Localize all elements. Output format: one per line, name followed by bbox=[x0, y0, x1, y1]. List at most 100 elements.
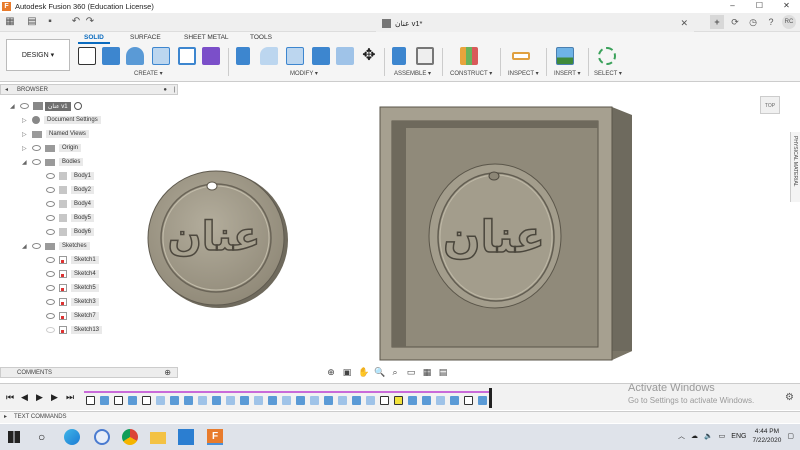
timeline-track[interactable] bbox=[84, 391, 492, 407]
timeline-sketch-icon[interactable] bbox=[114, 396, 123, 405]
timeline-sketch-icon[interactable] bbox=[380, 396, 389, 405]
timeline-settings-gear-icon[interactable]: ⚙ bbox=[785, 392, 794, 403]
timeline-end-icon[interactable]: ⏭ bbox=[66, 393, 75, 402]
select-icon[interactable] bbox=[598, 47, 616, 65]
search-icon[interactable]: ○ bbox=[38, 429, 54, 445]
battery-icon[interactable]: ▭ bbox=[719, 432, 726, 440]
group-construct[interactable]: CONSTRUCT ▾ bbox=[450, 70, 492, 77]
browser-panel-header[interactable]: ◂ BROWSER ● | bbox=[0, 84, 178, 95]
volume-icon[interactable]: 🔈 bbox=[704, 432, 713, 440]
timeline-extrude-icon[interactable] bbox=[422, 396, 431, 405]
tab-solid[interactable]: SOLID bbox=[84, 34, 104, 41]
grid-settings-icon[interactable]: ▦ bbox=[422, 367, 432, 377]
timeline-next-icon[interactable]: ▶ bbox=[51, 393, 60, 402]
shell-icon[interactable] bbox=[286, 47, 304, 65]
timeline-feature-icon[interactable] bbox=[436, 396, 445, 405]
timeline-extrude-icon[interactable] bbox=[240, 396, 249, 405]
group-select[interactable]: SELECT ▾ bbox=[594, 70, 622, 77]
file-explorer-icon[interactable] bbox=[150, 432, 166, 444]
document-tab[interactable]: عنان v1* ✕ bbox=[376, 14, 694, 32]
expand-icon[interactable]: ▸ bbox=[4, 412, 7, 423]
tab-surface[interactable]: SURFACE bbox=[130, 34, 161, 41]
timeline-extrude-icon[interactable] bbox=[296, 396, 305, 405]
edge-browser-icon[interactable] bbox=[64, 429, 80, 445]
revolve-icon[interactable] bbox=[126, 47, 144, 65]
group-inspect[interactable]: INSPECT ▾ bbox=[508, 70, 539, 77]
panel-pin-icon[interactable]: ● bbox=[163, 85, 167, 95]
group-insert[interactable]: INSERT ▾ bbox=[554, 70, 580, 77]
group-assemble[interactable]: ASSEMBLE ▾ bbox=[394, 70, 431, 77]
timeline-feature-icon[interactable] bbox=[310, 396, 319, 405]
fillet-icon[interactable] bbox=[260, 47, 278, 65]
hole-icon[interactable] bbox=[152, 47, 170, 65]
chrome-browser-icon[interactable] bbox=[122, 429, 138, 445]
split-body-icon[interactable] bbox=[336, 47, 354, 65]
undo-icon[interactable]: ↶ bbox=[70, 16, 82, 28]
viewports-icon[interactable]: ▤ bbox=[438, 367, 448, 377]
network-icon[interactable]: ☁ bbox=[691, 432, 698, 440]
pattern-icon[interactable] bbox=[178, 47, 196, 65]
help-icon[interactable]: ? bbox=[764, 15, 778, 29]
insert-image-icon[interactable] bbox=[556, 47, 574, 65]
joint-icon[interactable] bbox=[416, 47, 434, 65]
visual-studio-code-icon[interactable] bbox=[178, 429, 194, 445]
redo-icon[interactable]: ↷ bbox=[84, 16, 96, 28]
timeline-selected-sketch-icon[interactable] bbox=[394, 396, 403, 405]
timeline-feature-icon[interactable] bbox=[156, 396, 165, 405]
paint-app-icon[interactable] bbox=[94, 429, 110, 445]
input-language[interactable]: ENG bbox=[731, 433, 746, 440]
move-icon[interactable]: ✥ bbox=[360, 47, 378, 65]
timeline-marker[interactable] bbox=[489, 388, 492, 408]
timeline-extrude-icon[interactable] bbox=[212, 396, 221, 405]
timeline-feature-icon[interactable] bbox=[226, 396, 235, 405]
fit-icon[interactable]: ⌕ bbox=[390, 367, 400, 377]
timeline-extrude-icon[interactable] bbox=[324, 396, 333, 405]
timeline-feature-icon[interactable] bbox=[198, 396, 207, 405]
timeline-feature-icon[interactable] bbox=[254, 396, 263, 405]
measure-icon[interactable] bbox=[512, 52, 530, 60]
timeline-extrude-icon[interactable] bbox=[100, 396, 109, 405]
group-create[interactable]: CREATE ▾ bbox=[134, 70, 163, 77]
timeline-sketch-icon[interactable] bbox=[464, 396, 473, 405]
extrude-icon[interactable] bbox=[102, 47, 120, 65]
action-center-icon[interactable]: ▢ bbox=[787, 432, 794, 440]
comments-panel-header[interactable]: COMMENTS ⊕ bbox=[0, 367, 178, 378]
close-window-button[interactable]: ✕ bbox=[773, 0, 800, 12]
timeline-feature-icon[interactable] bbox=[282, 396, 291, 405]
create-form-icon[interactable] bbox=[202, 47, 220, 65]
windows-start-icon[interactable] bbox=[8, 431, 20, 443]
minimize-button[interactable]: – bbox=[719, 0, 746, 12]
timeline-feature-icon[interactable] bbox=[366, 396, 375, 405]
timeline-sketch-icon[interactable] bbox=[142, 396, 151, 405]
timeline-extrude-icon[interactable] bbox=[450, 396, 459, 405]
file-menu-icon[interactable]: ▤ bbox=[26, 16, 38, 28]
text-commands-bar[interactable]: ▸ TEXT COMMANDS bbox=[0, 411, 800, 423]
display-settings-icon[interactable]: ▭ bbox=[406, 367, 416, 377]
maximize-button[interactable]: ☐ bbox=[746, 0, 773, 12]
model-viewport[interactable]: عنان عنان bbox=[0, 95, 800, 385]
timeline-feature-icon[interactable] bbox=[338, 396, 347, 405]
timeline-prev-icon[interactable]: ◀ bbox=[21, 393, 30, 402]
look-at-icon[interactable]: ▣ bbox=[342, 367, 352, 377]
extensions-icon[interactable]: ⟳ bbox=[728, 15, 742, 29]
avatar[interactable]: RC bbox=[782, 15, 796, 29]
new-tab-button[interactable]: + bbox=[710, 15, 724, 29]
combine-icon[interactable] bbox=[312, 47, 330, 65]
timeline-extrude-icon[interactable] bbox=[128, 396, 137, 405]
close-tab-icon[interactable]: ✕ bbox=[680, 18, 688, 29]
collapse-panel-icon[interactable]: ◂ bbox=[5, 85, 8, 95]
viewcube[interactable]: TOP bbox=[760, 96, 780, 114]
timeline-play-icon[interactable]: ▶ bbox=[36, 393, 45, 402]
notifications-icon[interactable]: ◷ bbox=[746, 15, 760, 29]
panel-divider-icon[interactable]: | bbox=[173, 85, 175, 95]
group-modify[interactable]: MODIFY ▾ bbox=[290, 70, 318, 77]
pan-icon[interactable]: ✋ bbox=[358, 367, 369, 377]
create-sketch-icon[interactable] bbox=[78, 47, 96, 65]
timeline-extrude-icon[interactable] bbox=[184, 396, 193, 405]
timeline-extrude-icon[interactable] bbox=[408, 396, 417, 405]
workspace-switcher[interactable]: DESIGN ▾ bbox=[6, 39, 70, 71]
timeline-sketch-icon[interactable] bbox=[86, 396, 95, 405]
timeline-extrude-icon[interactable] bbox=[268, 396, 277, 405]
timeline-extrude-icon[interactable] bbox=[352, 396, 361, 405]
timeline-start-icon[interactable]: ⏮ bbox=[6, 393, 15, 402]
